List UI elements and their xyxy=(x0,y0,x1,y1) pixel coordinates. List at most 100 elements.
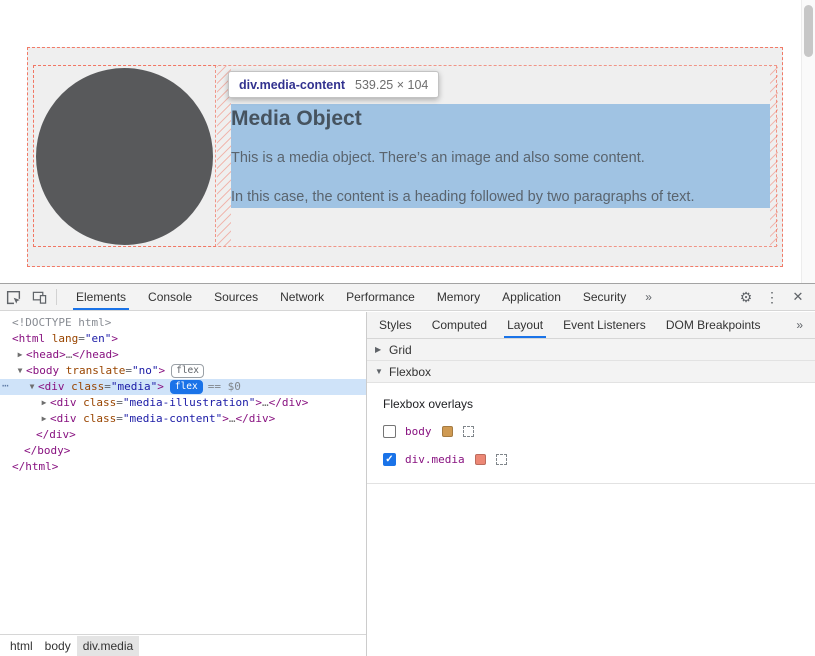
code-token: </div> xyxy=(269,396,309,409)
dom-tree-node[interactable]: </html> xyxy=(0,459,366,475)
code-token: > xyxy=(111,332,118,345)
flex-badge[interactable]: flex xyxy=(170,380,203,394)
dom-tree-node[interactable]: </body> xyxy=(0,443,366,459)
tab-memory[interactable]: Memory xyxy=(426,284,491,310)
device-phone-icon xyxy=(32,290,47,305)
inspect-element-icon[interactable] xyxy=(0,284,26,310)
sidebar-tab-dom-breakpoints[interactable]: DOM Breakpoints xyxy=(656,312,771,338)
code-token: "media-content" xyxy=(123,412,222,425)
dom-tree-node[interactable]: ▼<body translate="no"> flex xyxy=(0,363,366,379)
media-paragraph-1: This is a media object. There’s an image… xyxy=(231,149,770,167)
code-token: </body> xyxy=(24,444,70,457)
media-content-highlight: Media Object This is a media object. The… xyxy=(231,104,770,208)
sidebar-tab-layout[interactable]: Layout xyxy=(497,312,553,338)
dom-tree-node[interactable]: ▶<head>…</head> xyxy=(0,347,366,363)
code-token: … xyxy=(262,396,269,409)
toolbar-separator xyxy=(56,289,57,305)
devtools-tab-strip: ElementsConsoleSourcesNetworkPerformance… xyxy=(65,284,637,310)
overlay-row-div.media: ✓div.media xyxy=(383,451,815,467)
dom-tree-node[interactable]: ▶<div class="media-content">…</div> xyxy=(0,411,366,427)
tab-application[interactable]: Application xyxy=(491,284,572,310)
overlay-select-icon[interactable] xyxy=(496,454,507,465)
expand-arrow-open-icon[interactable]: ▼ xyxy=(14,363,26,379)
dom-tree-node[interactable]: ⋯▼<div class="media">flex== $0 xyxy=(0,379,366,395)
dom-tree-node[interactable]: <!DOCTYPE html> xyxy=(0,315,366,331)
breadcrumb-item-html[interactable]: html xyxy=(4,636,39,656)
chevron-down-icon: ▼ xyxy=(375,367,389,376)
close-devtools-icon[interactable]: ✕ xyxy=(785,284,811,310)
grid-section-header[interactable]: ▶ Grid xyxy=(367,339,815,361)
code-token: = xyxy=(125,364,132,377)
sidebar-tabs-row: StylesComputedLayoutEvent ListenersDOM B… xyxy=(367,312,815,339)
flex-badge[interactable]: flex xyxy=(171,364,204,378)
settings-gear-icon[interactable]: ⚙ xyxy=(733,284,759,310)
code-token: <body xyxy=(26,364,59,377)
browser-page-preview: Media Object This is a media object. The… xyxy=(0,0,815,283)
expand-arrow-closed-icon[interactable]: ▶ xyxy=(14,347,26,363)
code-token: <div xyxy=(50,412,77,425)
overlay-color-swatch[interactable] xyxy=(442,426,453,437)
flexbox-section-label: Flexbox xyxy=(389,365,431,379)
code-token: <div xyxy=(38,380,65,393)
tooltip-dimensions: 539.25 × 104 xyxy=(355,78,428,92)
expand-arrow-closed-icon[interactable]: ▶ xyxy=(38,411,50,427)
selected-node-marker: == $0 xyxy=(208,380,241,393)
media-paragraph-2: In this case, the content is a heading f… xyxy=(231,188,770,206)
code-token: "media-illustration" xyxy=(123,396,255,409)
kebab-menu-icon[interactable]: ⋮ xyxy=(759,284,785,310)
code-token: </head> xyxy=(72,348,118,361)
sidebar-tab-computed[interactable]: Computed xyxy=(422,312,497,338)
code-token: > xyxy=(158,364,165,377)
code-token: class xyxy=(77,396,117,409)
overlay-element-label: body xyxy=(405,425,432,438)
tab-security[interactable]: Security xyxy=(572,284,637,310)
breadcrumb-item-div.media[interactable]: div.media xyxy=(77,636,139,656)
styles-sidebar: StylesComputedLayoutEvent ListenersDOM B… xyxy=(366,312,815,656)
overlay-row-body: body xyxy=(383,423,815,439)
code-token: <div xyxy=(50,396,77,409)
code-token: <html xyxy=(12,332,45,345)
code-token: "no" xyxy=(132,364,159,377)
code-token: </div> xyxy=(235,412,275,425)
node-menu-dots-icon[interactable]: ⋯ xyxy=(2,378,8,394)
page-scrollbar[interactable] xyxy=(801,0,815,283)
flex-free-space-hatch xyxy=(770,66,778,246)
code-token: "media" xyxy=(111,380,157,393)
dom-tree-node[interactable]: </div> xyxy=(0,427,366,443)
overlay-color-swatch[interactable] xyxy=(475,454,486,465)
code-token: = xyxy=(116,396,123,409)
device-toolbar-icon[interactable] xyxy=(26,284,52,310)
tab-sources[interactable]: Sources xyxy=(203,284,269,310)
tab-performance[interactable]: Performance xyxy=(335,284,426,310)
sidebar-more-tabs-button[interactable]: » xyxy=(784,318,815,332)
expand-arrow-open-icon[interactable]: ▼ xyxy=(26,379,38,395)
inspect-tooltip: div.media-content 539.25 × 104 xyxy=(228,71,439,98)
code-token: > xyxy=(255,396,262,409)
code-token: translate xyxy=(59,364,125,377)
breadcrumb-item-body[interactable]: body xyxy=(39,636,77,656)
code-token: > xyxy=(157,380,164,393)
breadcrumb: htmlbodydiv.media xyxy=(0,634,366,656)
sidebar-tab-event-listeners[interactable]: Event Listeners xyxy=(553,312,656,338)
dom-tree-node[interactable]: ▶<div class="media-illustration">…</div> xyxy=(0,395,366,411)
overlay-select-icon[interactable] xyxy=(463,426,474,437)
overlay-checkbox[interactable] xyxy=(383,425,396,438)
more-tabs-button[interactable]: » xyxy=(637,290,660,304)
tab-elements[interactable]: Elements xyxy=(65,284,137,310)
sidebar-tab-styles[interactable]: Styles xyxy=(369,312,422,338)
code-token: = xyxy=(78,332,85,345)
tab-console[interactable]: Console xyxy=(137,284,203,310)
overlay-checkbox[interactable]: ✓ xyxy=(383,453,396,466)
flexbox-section-header[interactable]: ▼ Flexbox xyxy=(367,361,815,383)
devtools-toolbar: ElementsConsoleSourcesNetworkPerformance… xyxy=(0,284,815,311)
code-token: "en" xyxy=(85,332,112,345)
dom-tree-node[interactable]: <html lang="en"> xyxy=(0,331,366,347)
expand-arrow-closed-icon[interactable]: ▶ xyxy=(38,395,50,411)
code-token: lang xyxy=(45,332,78,345)
code-token: > xyxy=(222,412,229,425)
grid-section-label: Grid xyxy=(389,343,412,357)
tab-network[interactable]: Network xyxy=(269,284,335,310)
scrollbar-thumb[interactable] xyxy=(804,5,813,57)
flexbox-section-content: Flexbox overlays body✓div.media xyxy=(367,383,815,484)
sidebar-tab-strip: StylesComputedLayoutEvent ListenersDOM B… xyxy=(369,312,771,338)
